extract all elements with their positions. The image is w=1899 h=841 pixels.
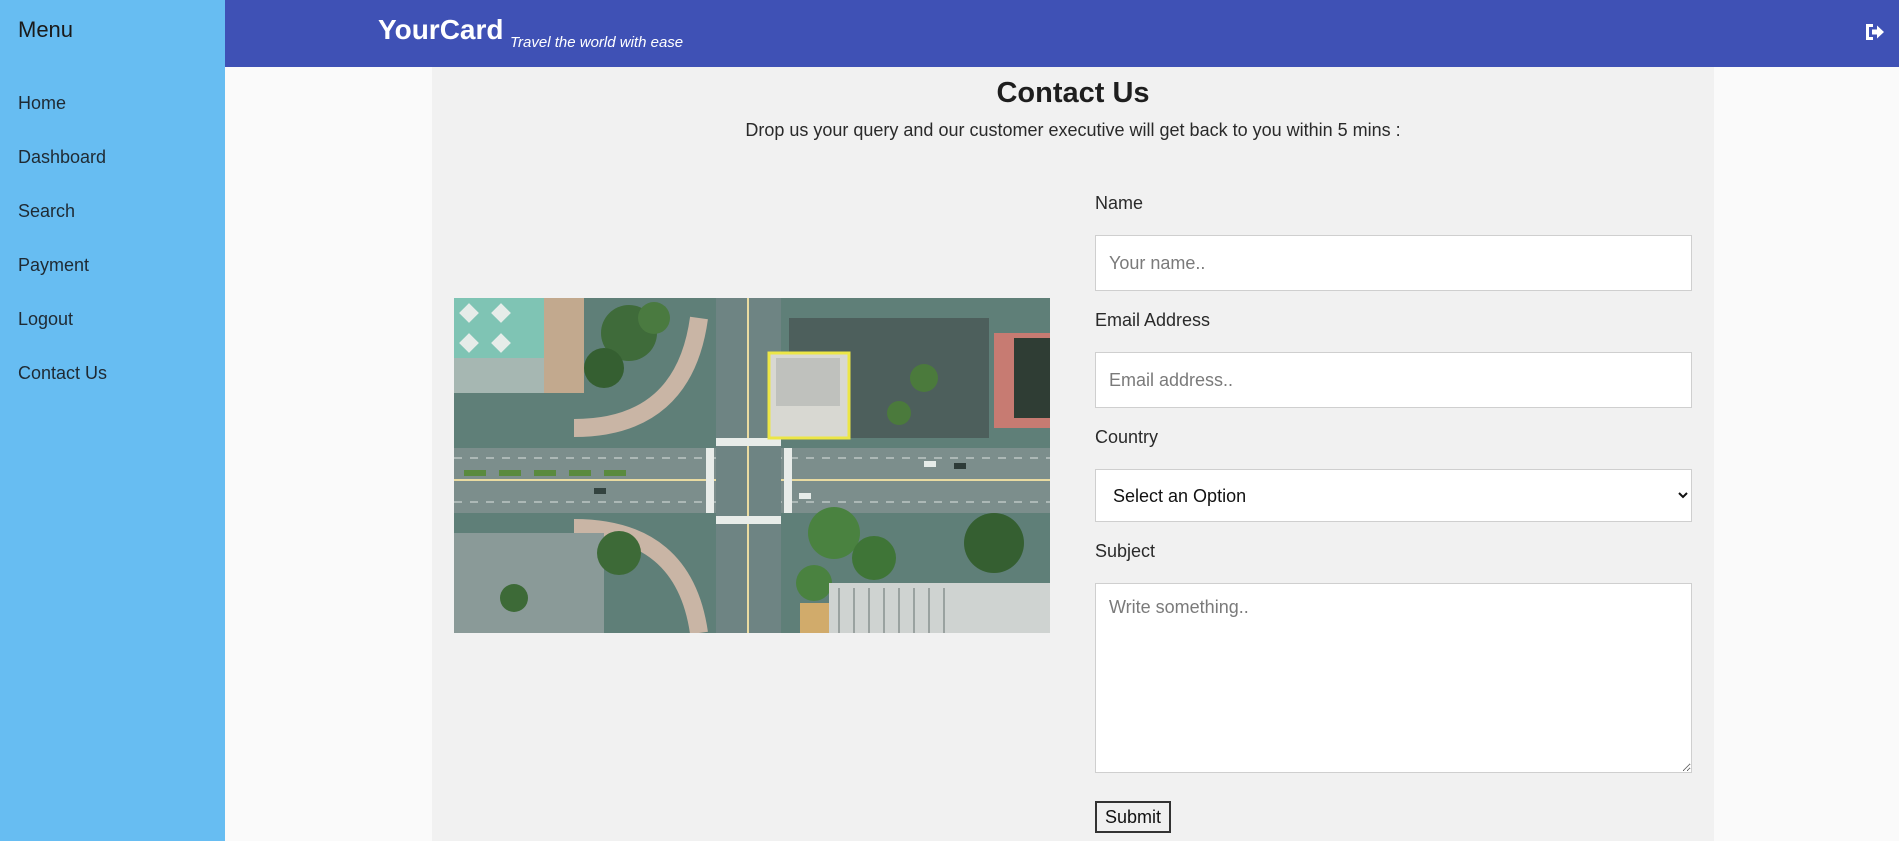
- page-subtitle: Drop us your query and our customer exec…: [745, 120, 1401, 140]
- submit-button[interactable]: Submit: [1095, 801, 1172, 833]
- page-title: Contact Us: [996, 77, 1150, 109]
- sidebar-item-dashboard[interactable]: Dashboard: [0, 136, 225, 190]
- email-label: Email Address: [1095, 310, 1211, 330]
- subject-label: Subject: [1095, 541, 1156, 561]
- sidebar-item-search[interactable]: Search: [0, 190, 225, 244]
- sidebar-item-logout[interactable]: Logout: [0, 298, 225, 352]
- subject-textarea[interactable]: [1095, 583, 1692, 773]
- brand-tagline: Travel the world with ease: [510, 34, 684, 51]
- sign-out-icon[interactable]: [1863, 21, 1885, 43]
- top-bar: YourCard Travel the world with ease: [225, 0, 1899, 67]
- country-select[interactable]: Select an Option: [1095, 469, 1692, 522]
- sidebar-item-payment[interactable]: Payment: [0, 244, 225, 298]
- name-label: Name: [1095, 193, 1144, 213]
- name-input[interactable]: [1095, 235, 1692, 291]
- sidebar: Menu Home Dashboard Search Payment Logou…: [0, 0, 225, 841]
- contact-panel: Contact Us Drop us your query and our cu…: [432, 67, 1714, 841]
- brand-title: YourCard: [378, 14, 504, 45]
- email-input[interactable]: [1095, 352, 1692, 408]
- sidebar-item-home[interactable]: Home: [0, 82, 225, 136]
- aerial-city-image: [454, 298, 1050, 633]
- sidebar-title: Menu: [18, 17, 74, 42]
- country-label: Country: [1095, 427, 1159, 447]
- sidebar-item-contact-us[interactable]: Contact Us: [0, 352, 225, 406]
- sidebar-nav: Home Dashboard Search Payment Logout Con…: [0, 82, 225, 406]
